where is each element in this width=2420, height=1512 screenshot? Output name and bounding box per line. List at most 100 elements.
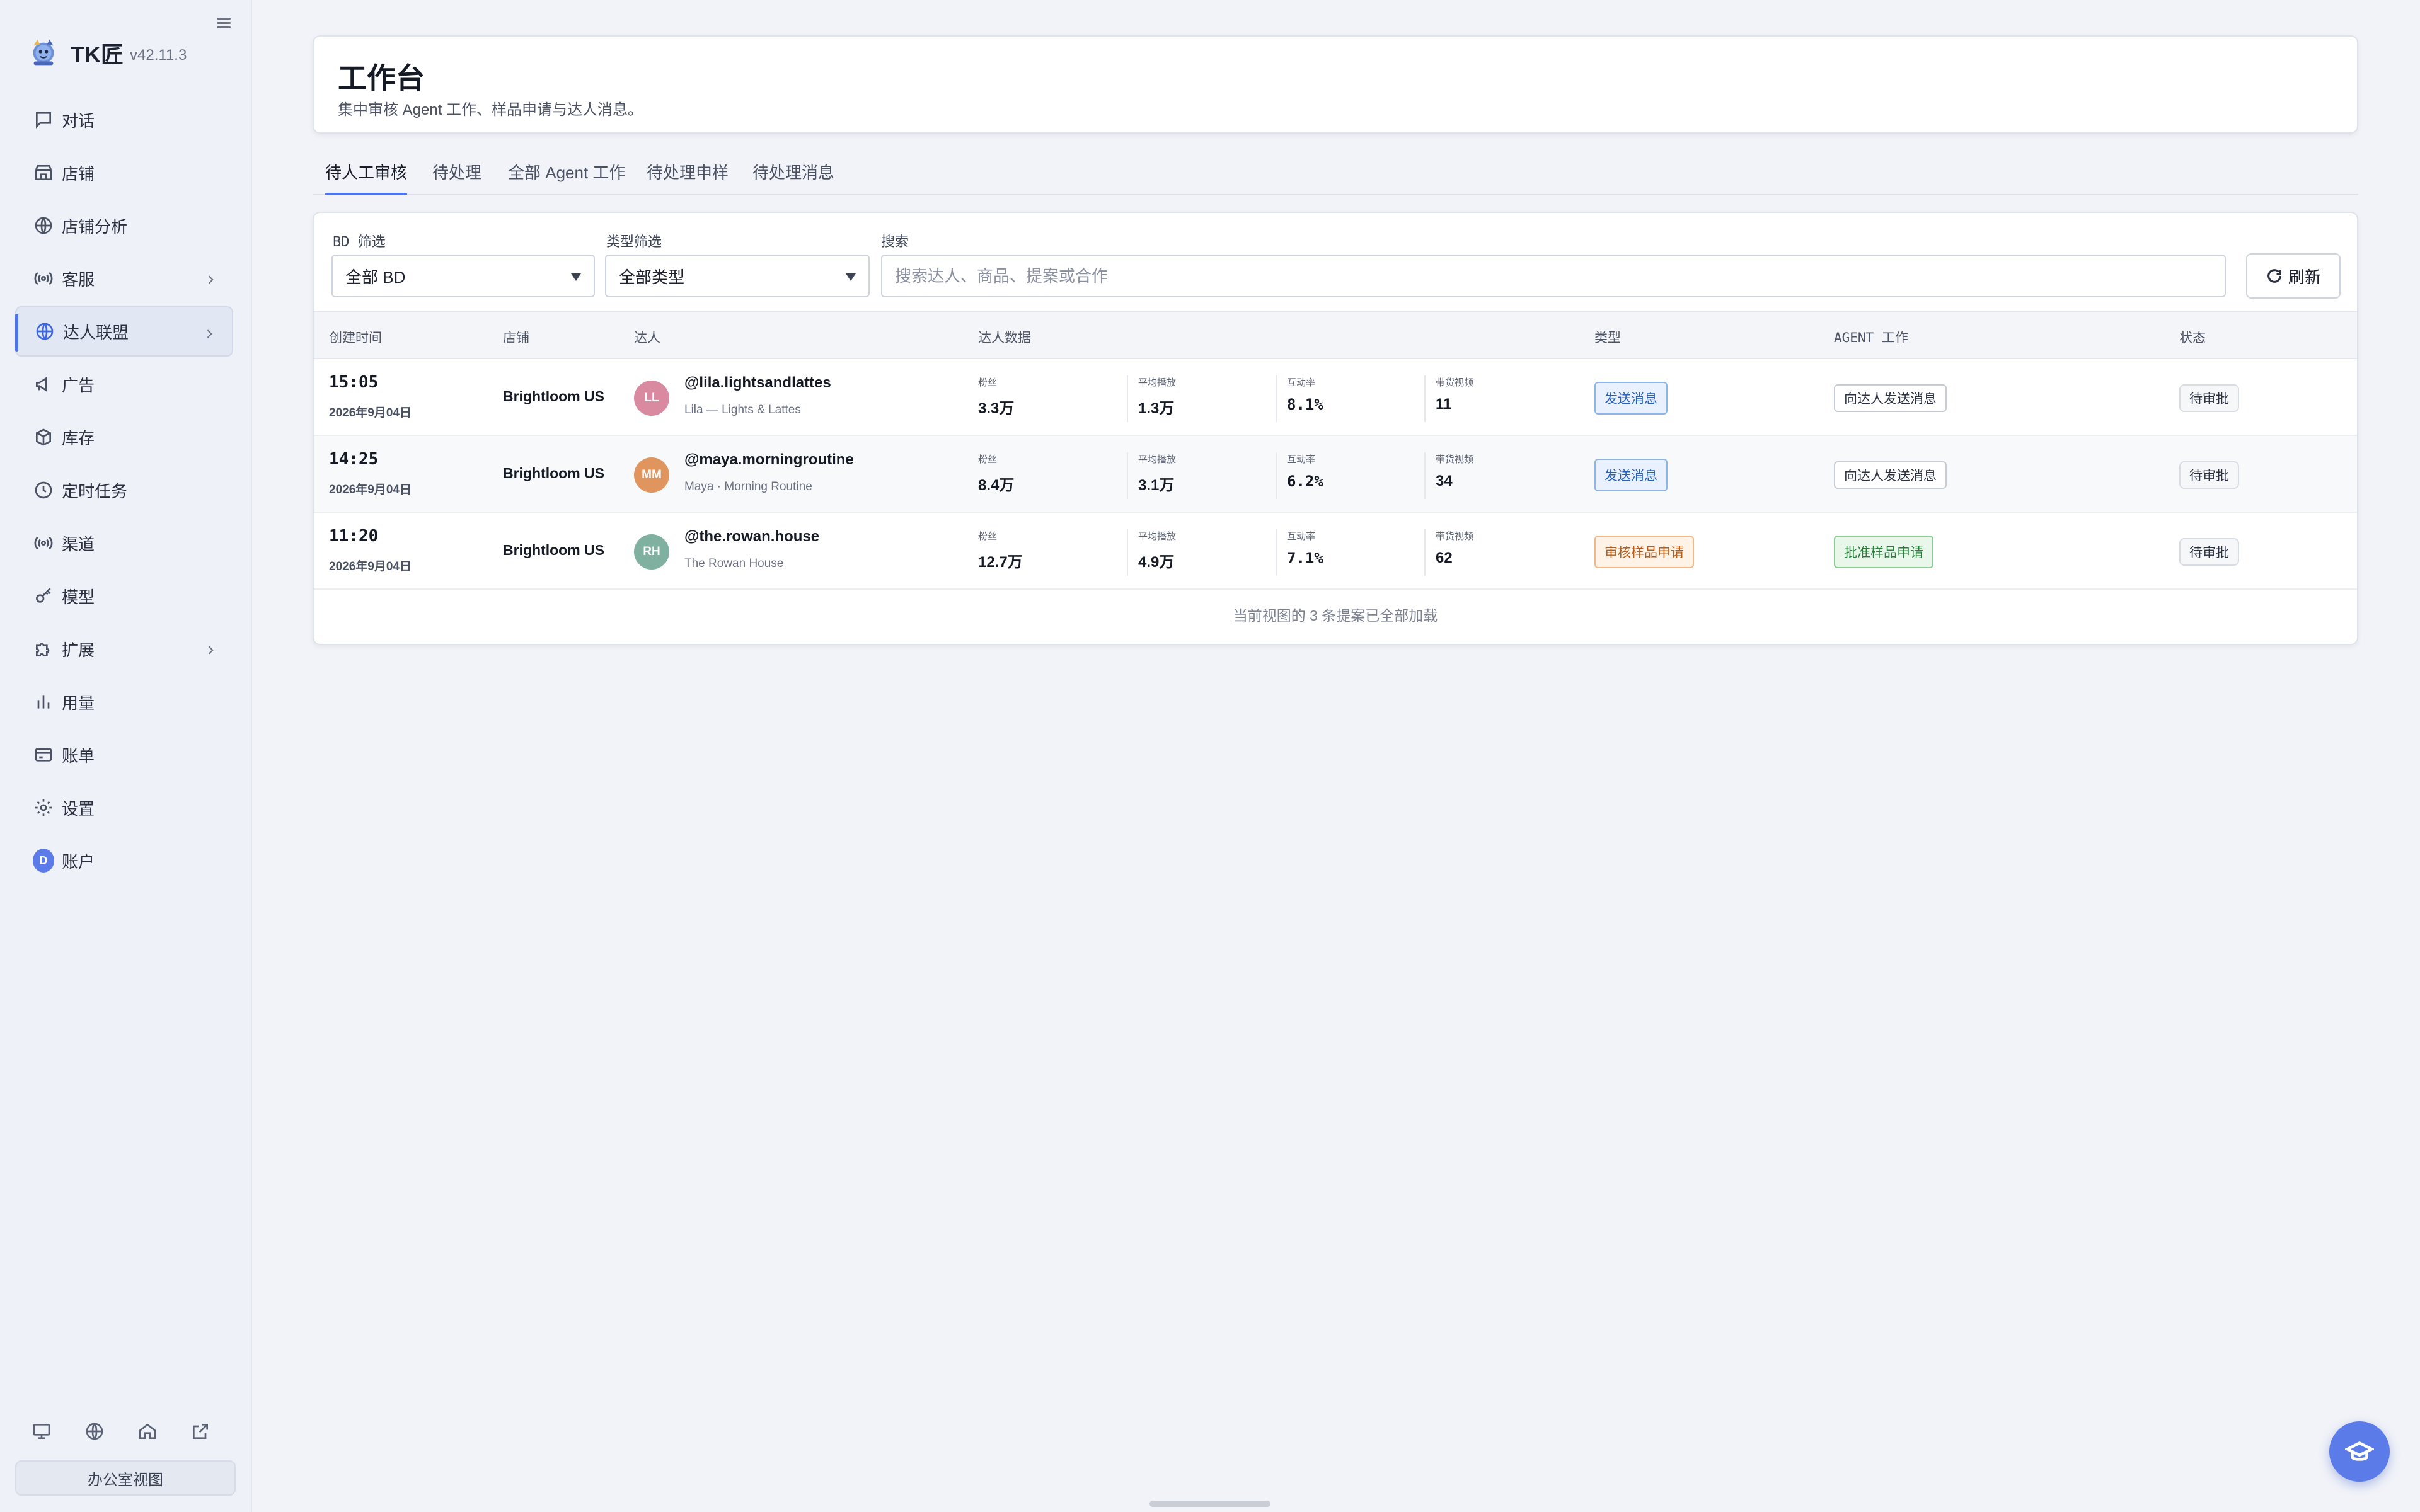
sidebar-item-label: 用量: [62, 693, 95, 713]
creator-name: The Rowan House: [684, 557, 784, 570]
metric-value: 12.7万: [978, 554, 1023, 571]
avatar: LL: [634, 381, 669, 416]
sidebar-item-models[interactable]: 模型: [15, 571, 233, 621]
sidebar-item-scheduled-tasks[interactable]: 定时任务: [15, 465, 233, 515]
sidebar-item-inventory[interactable]: 库存: [15, 412, 233, 462]
row-time: 11:20: [329, 527, 379, 546]
search-label: 搜索: [881, 234, 909, 249]
metric-value: 3.1万: [1138, 477, 1175, 494]
metric-label: 粉丝: [978, 531, 998, 542]
metric-label: 互动率: [1287, 454, 1316, 465]
metric-value: 8.1%: [1287, 396, 1323, 413]
metric-value: 3.3万: [978, 400, 1015, 417]
box-icon: [33, 427, 54, 448]
bd-filter-select[interactable]: 全部 BD: [331, 255, 595, 297]
agent-work-badge[interactable]: 向达人发送消息: [1834, 461, 1947, 489]
horizontal-scrollbar[interactable]: [1150, 1501, 1270, 1507]
broadcast-icon: [33, 268, 54, 289]
metric-label: 互动率: [1287, 377, 1316, 388]
sidebar-item-extensions[interactable]: 扩展: [15, 624, 233, 674]
sidebar-item-creator-affiliate[interactable]: 达人联盟: [15, 306, 233, 357]
refresh-button[interactable]: 刷新: [2246, 253, 2341, 299]
sidebar-item-store[interactable]: 店铺: [15, 147, 233, 198]
gear-icon: [33, 797, 54, 818]
avatar: D: [33, 849, 54, 873]
brand[interactable]: TK匠 v42.11.3: [25, 33, 187, 73]
agent-work-badge[interactable]: 向达人发送消息: [1834, 384, 1947, 412]
sidebar-item-label: 定时任务: [62, 481, 128, 501]
metric-followers: 粉丝 8.4万: [978, 452, 1123, 499]
caret-down-icon: [846, 273, 856, 281]
status-badge: 待审批: [2179, 384, 2239, 412]
sidebar-item-store-analytics[interactable]: 店铺分析: [15, 200, 233, 251]
chat-icon: [33, 109, 54, 130]
metric-followers: 粉丝 12.7万: [978, 529, 1123, 576]
row-date: 2026年9月04日: [329, 406, 412, 420]
table-row[interactable]: 14:25 2026年9月04日 Brightloom US MM @maya.…: [314, 436, 2357, 513]
external-link-icon[interactable]: [190, 1421, 210, 1441]
col-status: 状态: [2179, 331, 2206, 345]
sidebar-item-label: 广告: [62, 375, 95, 395]
sidebar-item-billing[interactable]: 账单: [15, 730, 233, 780]
sidebar-item-chat[interactable]: 对话: [15, 94, 233, 145]
row-store: Brightloom US: [503, 388, 604, 404]
app-logo-icon: [33, 39, 54, 66]
sidebar-nav: 对话 店铺 店铺分析 客服 达人联盟 广告 库存 定时任务 渠道 模型 扩展 用…: [15, 94, 233, 888]
sidebar-item-account[interactable]: D 账户: [15, 835, 233, 886]
type-badge: 发送消息: [1594, 459, 1668, 491]
page-subtitle: 集中审核 Agent 工作、样品申请与达人消息。: [338, 101, 643, 118]
sidebar-item-label: 账户: [62, 852, 95, 871]
sidebar-item-customer-service[interactable]: 客服: [15, 253, 233, 304]
table-row[interactable]: 15:05 2026年9月04日 Brightloom US LL @lila.…: [314, 359, 2357, 436]
sidebar-item-label: 设置: [62, 799, 95, 818]
sidebar-item-usage[interactable]: 用量: [15, 677, 233, 727]
app-version: v42.11.3: [130, 47, 187, 64]
metric-value: 4.9万: [1138, 554, 1175, 571]
caret-down-icon: [571, 273, 581, 281]
graduation-cap-icon: [2345, 1441, 2374, 1461]
refresh-icon: [2267, 269, 2281, 283]
tab-all-agent-work[interactable]: 全部 Agent 工作: [508, 160, 625, 195]
home-icon[interactable]: [137, 1421, 158, 1441]
sidebar-item-label: 达人联盟: [63, 323, 129, 342]
sidebar-item-channels[interactable]: 渠道: [15, 518, 233, 568]
status-badge: 待审批: [2179, 538, 2239, 566]
sidebar-item-ads[interactable]: 广告: [15, 359, 233, 410]
row-store: Brightloom US: [503, 465, 604, 481]
tab-pending[interactable]: 待处理: [432, 160, 481, 195]
globe-icon: [33, 215, 54, 236]
type-filter-select[interactable]: 全部类型: [605, 255, 870, 297]
app-name: TK匠: [71, 42, 124, 67]
avatar: MM: [634, 457, 669, 493]
col-creator: 达人: [634, 331, 660, 345]
monitor-icon[interactable]: [32, 1421, 52, 1441]
table-row[interactable]: 11:20 2026年9月04日 Brightloom US RH @the.r…: [314, 513, 2357, 590]
sidebar-item-label: 库存: [62, 428, 95, 448]
bd-filter-label: BD 筛选: [333, 234, 386, 250]
creator-handle[interactable]: @lila.lightsandlattes: [684, 374, 831, 392]
chevron-right-icon: [203, 325, 218, 340]
metric-shoppable-videos: 带货视频 34: [1424, 452, 1569, 499]
chevron-right-icon: [204, 641, 219, 656]
search-input[interactable]: [881, 255, 2226, 297]
bd-filter-value: 全部 BD: [345, 267, 406, 287]
office-view-button[interactable]: 办公室视图: [15, 1460, 236, 1496]
table-header: 创建时间 店铺 达人 达人数据 类型 AGENT 工作 状态: [314, 311, 2357, 359]
metric-shoppable-videos: 带货视频 11: [1424, 375, 1569, 422]
sidebar-item-label: 对话: [62, 111, 95, 130]
tab-pending-messages[interactable]: 待处理消息: [752, 160, 834, 195]
agent-work-badge[interactable]: 批准样品申请: [1834, 536, 1933, 568]
globe-icon[interactable]: [84, 1421, 105, 1441]
sidebar-item-label: 客服: [62, 270, 95, 289]
creator-handle[interactable]: @maya.morningroutine: [684, 451, 854, 469]
metric-engagement-rate: 互动率 6.2%: [1276, 452, 1420, 499]
help-fab-button[interactable]: [2329, 1421, 2390, 1482]
sidebar-collapse-icon[interactable]: [217, 15, 236, 34]
metric-value: 7.1%: [1287, 549, 1323, 567]
tab-pending-manual-review[interactable]: 待人工审核: [325, 160, 408, 195]
globe-icon: [34, 321, 55, 342]
creator-handle[interactable]: @the.rowan.house: [684, 528, 819, 546]
bar-chart-icon: [33, 691, 54, 713]
sidebar-item-settings[interactable]: 设置: [15, 782, 233, 833]
tab-pending-samples[interactable]: 待处理申样: [647, 160, 729, 195]
